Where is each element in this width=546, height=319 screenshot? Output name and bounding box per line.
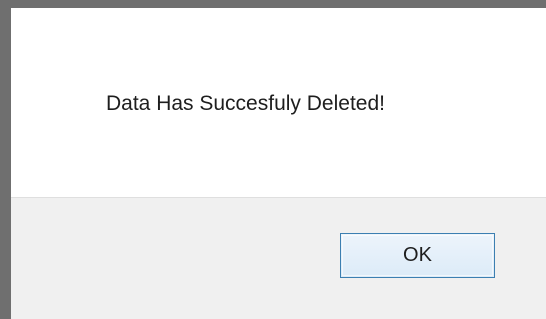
window-frame-top xyxy=(0,0,546,8)
dialog-button-bar: OK xyxy=(11,197,546,319)
message-dialog: Data Has Succesfuly Deleted! OK xyxy=(0,0,546,319)
window-frame-left xyxy=(0,0,11,319)
dialog-message: Data Has Succesfuly Deleted! xyxy=(106,92,385,115)
ok-button[interactable]: OK xyxy=(340,233,495,278)
dialog-content: Data Has Succesfuly Deleted! xyxy=(11,8,546,197)
